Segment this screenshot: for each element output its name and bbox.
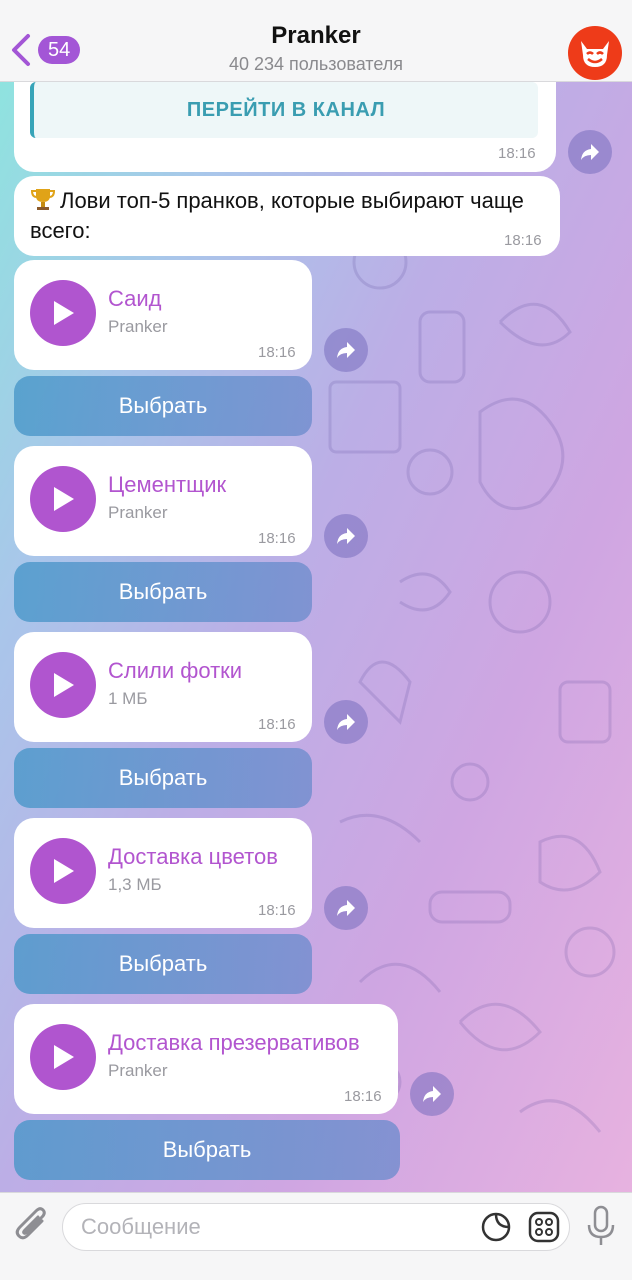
chat-title: Pranker [271, 22, 361, 49]
emoji-keyboard-icon[interactable] [528, 1211, 560, 1243]
audio-subtitle: 1,3 МБ [108, 875, 162, 894]
member-count: 40 234 пользователя [228, 54, 404, 74]
trophy-icon [30, 189, 56, 210]
play-icon [54, 859, 74, 883]
message-input-bar [0, 1192, 632, 1280]
chat-title-block[interactable]: Pranker 40 234 пользователя [0, 22, 632, 75]
forward-button[interactable] [410, 1072, 454, 1116]
play-button[interactable] [30, 838, 96, 904]
audio-message: Саид Pranker 18:16 [14, 260, 312, 370]
forward-button[interactable] [324, 328, 368, 372]
message-time: 18:16 [498, 145, 536, 162]
forward-icon [337, 900, 355, 916]
audio-title: Слили фотки [108, 658, 243, 683]
forward-button[interactable] [324, 886, 368, 930]
forward-button[interactable] [568, 130, 612, 174]
message-time: 18:16 [258, 530, 296, 547]
channel-avatar[interactable] [568, 26, 622, 80]
choose-button[interactable]: Выбрать [14, 748, 312, 808]
forward-icon [423, 1086, 441, 1102]
go-to-channel-button[interactable]: ПЕРЕЙТИ В КАНАЛ [30, 82, 538, 138]
audio-title: Доставка цветов [108, 844, 278, 869]
audio-subtitle: Pranker [108, 317, 168, 336]
play-icon [54, 301, 74, 325]
audio-message: Доставка презервативов Pranker 18:16 [14, 1004, 398, 1114]
audio-title: Саид [108, 286, 162, 311]
forward-icon [337, 714, 355, 730]
forward-icon [337, 342, 355, 358]
message-text: Лови топ-5 пранков, которые выбирают чащ… [30, 188, 524, 243]
choose-button[interactable]: Выбрать [14, 1120, 400, 1180]
message-time: 18:16 [258, 902, 296, 919]
audio-subtitle: Pranker [108, 503, 168, 522]
choose-button[interactable]: Выбрать [14, 934, 312, 994]
choose-button[interactable]: Выбрать [14, 376, 312, 436]
audio-title: Доставка презервативов [108, 1030, 360, 1055]
text-message-bubble: Лови топ-5 пранков, которые выбирают чащ… [14, 176, 560, 256]
paperclip-icon[interactable] [12, 1205, 52, 1249]
message-time: 18:16 [258, 344, 296, 361]
chat-header: 54 Pranker 40 234 пользователя [0, 0, 632, 82]
play-icon [54, 487, 74, 511]
audio-message: Цементщик Pranker 18:16 [14, 446, 312, 556]
play-button[interactable] [30, 280, 96, 346]
audio-title: Цементщик [108, 472, 227, 497]
audio-subtitle: 1 МБ [108, 689, 148, 708]
microphone-icon[interactable] [584, 1205, 618, 1249]
devil-face-icon [581, 41, 609, 67]
message-time: 18:16 [344, 1088, 382, 1105]
forward-icon [581, 144, 599, 160]
channel-post-bubble: ПЕРЕЙТИ В КАНАЛ 18:16 [14, 82, 556, 172]
play-button[interactable] [30, 652, 96, 718]
chat-area[interactable]: ПЕРЕЙТИ В КАНАЛ 18:16 Лови топ-5 пранков… [0, 82, 632, 1192]
play-button[interactable] [30, 1024, 96, 1090]
choose-button[interactable]: Выбрать [14, 562, 312, 622]
forward-icon [337, 528, 355, 544]
forward-button[interactable] [324, 514, 368, 558]
audio-subtitle: Pranker [108, 1061, 168, 1080]
message-time: 18:16 [504, 232, 542, 249]
audio-message: Доставка цветов 1,3 МБ 18:16 [14, 818, 312, 928]
audio-message: Слили фотки 1 МБ 18:16 [14, 632, 312, 742]
play-button[interactable] [30, 466, 96, 532]
play-icon [54, 673, 74, 697]
sticker-icon[interactable] [480, 1211, 512, 1243]
message-time: 18:16 [258, 716, 296, 733]
forward-button[interactable] [324, 700, 368, 744]
play-icon [54, 1045, 74, 1069]
